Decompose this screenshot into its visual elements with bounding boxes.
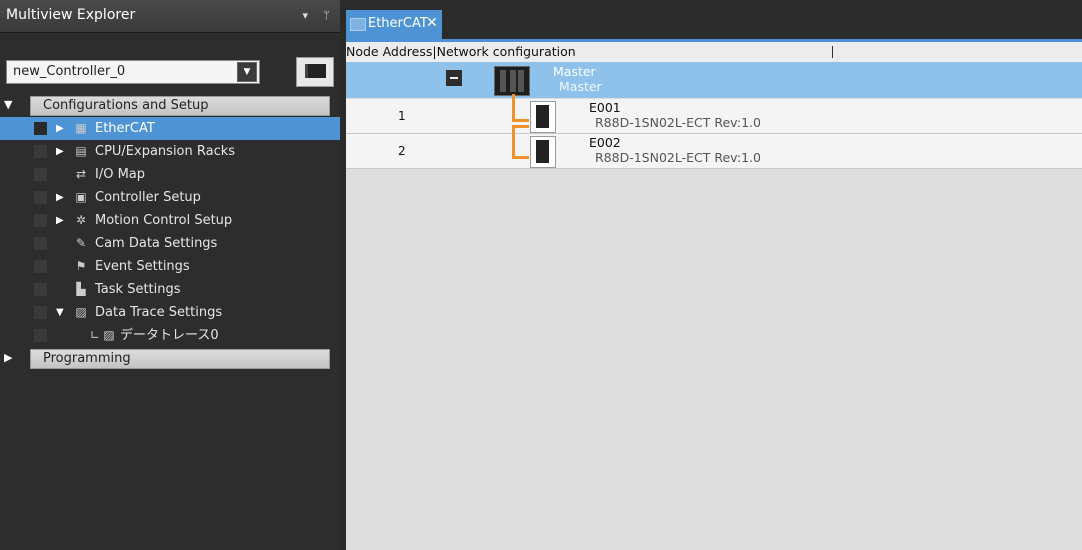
tree-item-label: データトレース0 (120, 328, 219, 343)
node-row[interactable]: 2 E002 R88D-1SN02L-ECT Rev:1.0 (346, 134, 1082, 169)
status-box (34, 260, 47, 273)
task-icon: ▙ (76, 282, 86, 296)
network-header-label: Node Address|Network configuration (346, 44, 576, 59)
tree-item-label: I/O Map (95, 167, 146, 182)
ethercat-cable (512, 94, 529, 122)
tab-ethercat[interactable]: EtherCAT ✕ (346, 10, 442, 39)
controller-setup-icon: ▣ (75, 190, 87, 204)
group-label: Configurations and Setup (43, 98, 209, 113)
tree-item-cpu-expansion-racks[interactable]: ▶ ▤ CPU/Expansion Racks (0, 140, 340, 163)
cam-icon: ✎ (75, 236, 87, 250)
master-row[interactable]: Master Master (346, 62, 1082, 98)
ethercat-icon (350, 18, 366, 31)
editor-tab-strip: EtherCAT ✕ (346, 10, 1082, 42)
expand-arrow-icon[interactable]: ▶ (4, 347, 12, 369)
dropdown-icon[interactable]: ▾ (302, 9, 308, 22)
tree-item-ethercat[interactable]: ▶ ▦ EtherCAT (0, 117, 340, 140)
expand-arrow-icon[interactable]: ▶ (56, 140, 64, 163)
group-header-bar[interactable]: Configurations and Setup (30, 96, 330, 116)
servo-drive-icon (530, 136, 556, 168)
trace-icon: ▨ (75, 305, 87, 319)
servo-drive-icon (530, 101, 556, 133)
io-map-icon: ⇄ (75, 167, 87, 181)
status-box (34, 283, 47, 296)
status-box (34, 145, 47, 158)
group-configurations-and-setup[interactable]: ▼ Configurations and Setup (0, 94, 340, 117)
ethercat-cable (512, 125, 529, 159)
collapse-arrow-icon[interactable]: ▼ (56, 301, 64, 324)
node-row[interactable]: 1 E001 R88D-1SN02L-ECT Rev:1.0 (346, 99, 1082, 134)
tree-item-label: Cam Data Settings (95, 236, 218, 251)
node-address: 2 (398, 144, 406, 158)
flag-icon: ⚑ (75, 259, 87, 273)
status-box (34, 214, 47, 227)
multiview-explorer-panel: Multiview Explorer ▾ ᛘ new_Controller_0 … (0, 0, 340, 550)
master-name: Master (553, 64, 596, 79)
tree-item-label: EtherCAT (95, 121, 155, 136)
tree-item-label: Task Settings (95, 282, 181, 297)
expand-arrow-icon[interactable]: ▶ (56, 186, 64, 209)
tree-item-label: Data Trace Settings (95, 305, 223, 320)
expand-arrow-icon[interactable]: ▶ (56, 117, 64, 140)
master-subtitle: Master (559, 79, 602, 94)
status-box (34, 329, 47, 342)
node-model: R88D-1SN02L-ECT Rev:1.0 (595, 150, 761, 165)
explorer-title-bar: Multiview Explorer ▾ ᛘ (0, 0, 340, 33)
header-divider (832, 46, 833, 58)
tree-item-motion-control-setup[interactable]: ▶ ✲ Motion Control Setup (0, 209, 340, 232)
group-header-bar[interactable]: Programming (30, 349, 330, 369)
tree-item-event-settings[interactable]: ⚑ Event Settings (0, 255, 340, 278)
status-box (34, 306, 47, 319)
controller-select-value: new_Controller_0 (13, 64, 126, 79)
tree-item-task-settings[interactable]: ▙ Task Settings (0, 278, 340, 301)
tree-item-data-trace-0[interactable]: ∟ ▨ データトレース0 (0, 324, 340, 347)
explorer-title: Multiview Explorer (6, 7, 136, 23)
controller-select[interactable]: new_Controller_0 ▼ (6, 60, 260, 84)
explorer-tree: ▼ Configurations and Setup ▶ ▦ EtherCAT … (0, 94, 340, 370)
tree-item-label: CPU/Expansion Racks (95, 144, 236, 159)
gear-icon: ✲ (75, 213, 87, 227)
pin-icon[interactable]: ᛘ (323, 9, 330, 22)
tree-item-label: Event Settings (95, 259, 190, 274)
network-configuration-canvas: Node Address|Network configuration Maste… (346, 42, 1082, 550)
network-header: Node Address|Network configuration (346, 42, 1082, 63)
group-programming[interactable]: ▶ Programming (0, 347, 340, 370)
node-name: E002 (589, 135, 621, 150)
expand-arrow-icon[interactable]: ▶ (56, 209, 64, 232)
status-box (34, 237, 47, 250)
status-box (34, 168, 47, 181)
controller-chip-icon (305, 64, 326, 78)
tree-item-data-trace-settings[interactable]: ▼ ▨ Data Trace Settings (0, 301, 340, 324)
tree-item-label: Motion Control Setup (95, 213, 233, 228)
tree-item-controller-setup[interactable]: ▶ ▣ Controller Setup (0, 186, 340, 209)
tab-label: EtherCAT (368, 16, 428, 31)
group-label: Programming (43, 351, 131, 366)
node-address: 1 (398, 109, 406, 123)
tree-item-cam-data-settings[interactable]: ✎ Cam Data Settings (0, 232, 340, 255)
master-device-icon (494, 66, 530, 96)
collapse-icon[interactable] (446, 70, 462, 86)
status-box (34, 122, 47, 135)
chevron-down-icon[interactable]: ▼ (237, 62, 257, 82)
status-box (34, 191, 47, 204)
tree-item-io-map[interactable]: ⇄ I/O Map (0, 163, 340, 186)
tree-item-label: Controller Setup (95, 190, 201, 205)
node-name: E001 (589, 100, 621, 115)
node-model: R88D-1SN02L-ECT Rev:1.0 (595, 115, 761, 130)
close-icon[interactable]: ✕ (426, 15, 438, 31)
rack-icon: ▤ (75, 144, 87, 158)
collapse-arrow-icon[interactable]: ▼ (4, 94, 12, 116)
controller-status-button[interactable] (296, 57, 334, 87)
trace-icon: ▨ (103, 328, 115, 342)
ethercat-icon: ▦ (75, 121, 87, 135)
